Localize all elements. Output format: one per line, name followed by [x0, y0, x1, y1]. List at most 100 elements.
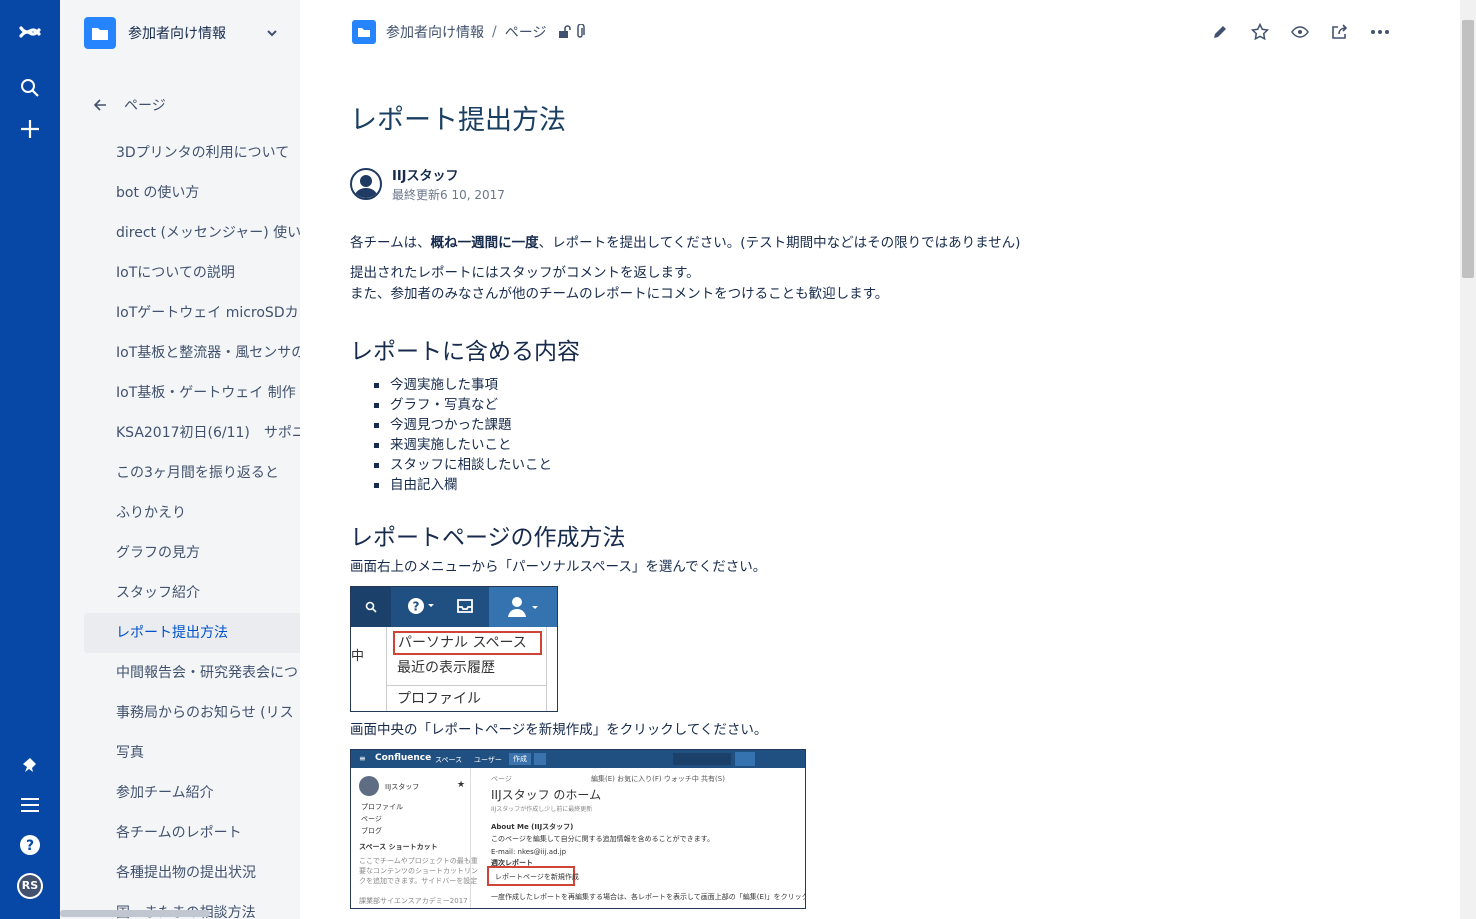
sidebar-page-item[interactable]: スタッフ紹介 [84, 573, 300, 613]
list-item: 今週実施した事項 [374, 375, 1110, 395]
user-avatar [359, 776, 379, 796]
sidebar-page-item[interactable]: IoT基板と整流器・風センサの [84, 333, 300, 373]
user-icon [489, 587, 557, 627]
space-header[interactable]: 参加者向け情報 [84, 16, 280, 50]
attachment-icon[interactable] [574, 24, 586, 40]
sidebar-page-item[interactable]: 各種提出物の提出状況 [84, 853, 300, 893]
breadcrumb-pages[interactable]: ページ [505, 22, 547, 42]
list-item: スタッフに相談したいこと [374, 455, 1110, 475]
sidebar-page-item[interactable]: IoTについての説明 [84, 253, 300, 293]
breadcrumb: 参加者向け情報 / ページ [352, 20, 586, 44]
svg-text:?: ? [413, 600, 420, 614]
heading-report-contents: レポートに含める内容 [350, 339, 580, 365]
svg-text:?: ? [26, 838, 34, 854]
user-dropdown-menu: パーソナル スペース 最近の表示履歴 プロファイル [387, 627, 547, 711]
list-item: 来週実施したいこと [374, 435, 1110, 455]
s2-help-3: クを追加できます。サイドバーを設定 [359, 877, 478, 885]
sidebar-page-item[interactable]: IoTゲートウェイ microSDカー [84, 293, 300, 333]
star-icon[interactable] [1240, 18, 1280, 46]
s2-footer: 課業部サイエンスアカデミー2017 [359, 897, 468, 905]
sidebar-page-item[interactable]: ふりかえり [84, 493, 300, 533]
more-icon [534, 753, 546, 765]
s2-user-name: IIJスタッフ [385, 783, 420, 791]
space-sidebar: 参加者向け情報 ページ 3Dプリンタの利用について bot の使い方 direct … [60, 0, 300, 919]
step2-text: 画面中央の「レポートページを新規作成」をクリックしてください。 [350, 722, 768, 738]
nav-users: ユーザー [474, 756, 502, 764]
page-actions [1200, 18, 1400, 46]
last-updated[interactable]: 最終更新6 10, 2017 [392, 186, 505, 203]
heading-create-report: レポートページの作成方法 [350, 525, 626, 551]
sidebar-page-item[interactable]: 写真 [84, 733, 300, 773]
back-label: ページ [124, 98, 166, 114]
list-item: グラフ・写真など [374, 395, 1110, 415]
s2-home-sub: IIJスタッフが作成し少し前に最終更新 [491, 806, 593, 813]
s2-email: E-mail: nkes@iij.ad.jp [491, 848, 567, 856]
menu-icon: ≡ [359, 754, 366, 763]
create-button: 作成 [509, 753, 531, 765]
search-icon[interactable] [10, 68, 50, 108]
star-icon: ★ [457, 780, 466, 790]
watch-icon[interactable] [1280, 18, 1320, 46]
sidebar-page-item[interactable]: 中間報告会・研究発表会につ [84, 653, 300, 693]
sidebar-page-item[interactable]: KSA2017初日(6/11) サポニ [84, 413, 300, 453]
unlock-icon[interactable] [558, 25, 572, 39]
s2-home-title: IIJスタッフ のホーム [491, 788, 602, 802]
chevron-down-icon[interactable] [264, 25, 280, 41]
author-avatar[interactable] [350, 168, 382, 200]
breadcrumb-space[interactable]: 参加者向け情報 [386, 22, 484, 42]
sidebar-page-item[interactable]: 事務局からのお知らせ (リス [84, 693, 300, 733]
back-to-pages[interactable]: ページ [94, 94, 166, 116]
confluence-logo-text: Confluence [375, 753, 432, 763]
screenshot1-side-text: 中 [351, 627, 387, 711]
list-item: 自由記入欄 [374, 475, 1110, 495]
help-icon [735, 752, 755, 766]
arrow-left-icon [94, 99, 106, 111]
page-title: レポート提出方法 [350, 105, 566, 136]
sidebar-page-item[interactable]: この3ヶ月間を振り返ると [84, 453, 300, 493]
breadcrumb-separator: / [492, 24, 497, 40]
sidebar-page-item[interactable]: 3Dプリンタの利用について [84, 133, 300, 173]
confluence-logo-icon[interactable] [10, 12, 50, 52]
help-icon: ? [406, 596, 438, 620]
s2-footnote: 一度作成したレポートを再編集する場合は、各レポートを表示して画面上部の「編集(E… [491, 893, 806, 901]
folder-icon [352, 20, 376, 44]
s2-create-report-button: レポートページを新規作成 [495, 873, 579, 881]
menu-profile: プロファイル [397, 691, 481, 707]
share-icon[interactable] [1320, 18, 1360, 46]
s2-breadcrumb: ページ [491, 775, 512, 783]
nav-spaces: スペース [435, 756, 463, 764]
notifications-icon[interactable] [10, 745, 50, 785]
space-name: 参加者向け情報 [128, 26, 226, 42]
sidebar-page-item[interactable]: bot の使い方 [84, 173, 300, 213]
sidebar-page-item[interactable]: IoT基板・ゲートウェイ 制作 [84, 373, 300, 413]
page-tree: 3Dプリンタの利用について bot の使い方 direct (メッセンジャー) 使い… [84, 133, 300, 919]
s2-about-text: このページを編集して自分に関する追加情報を含めることができます。 [491, 835, 714, 843]
create-icon[interactable] [10, 109, 50, 149]
page-scrollbar-thumb[interactable] [1462, 20, 1474, 278]
author-name[interactable]: IIJスタッフ [392, 165, 505, 184]
s2-toolbar: 編集(E) お気に入り(F) ウォッチ中 共有(S) [591, 775, 725, 783]
sidebar-page-item[interactable]: グラフの見方 [84, 533, 300, 573]
page-body: 各チームは、概ね一週間に一度、レポートを提出してください。(テスト期間中などはそ… [350, 233, 1110, 909]
more-icon[interactable] [1360, 18, 1400, 46]
intro-paragraph: 各チームは、概ね一週間に一度、レポートを提出してください。(テスト期間中などはそ… [350, 235, 1021, 251]
sidebar-page-item[interactable]: 参加チーム紹介 [84, 773, 300, 813]
s2-profile: プロファイル [361, 803, 403, 811]
sidebar-horizontal-scrollbar[interactable] [60, 910, 210, 917]
search-icon [351, 587, 391, 627]
folder-icon [84, 17, 116, 49]
sidebar-page-item[interactable]: レポート提出方法 [84, 613, 300, 653]
s2-shortcuts: スペース ショートカット [359, 843, 438, 851]
inbox-icon [456, 598, 474, 618]
comment-paragraph: 提出されたレポートにはスタッフがコメントを返します。 また、参加者のみなさんが他… [350, 265, 889, 302]
help-icon[interactable]: ? [10, 825, 50, 865]
avatar-initials: RS [21, 879, 39, 892]
main-content: 参加者向け情報 / ページ レポート提出方法 IIJスタッフ 最終更新6 10,… [300, 0, 1460, 919]
page-byline: IIJスタッフ 最終更新6 10, 2017 [350, 165, 505, 203]
sidebar-page-item[interactable]: direct (メッセンジャー) 使い [84, 213, 300, 253]
user-avatar[interactable]: RS [10, 866, 50, 906]
edit-icon[interactable] [1200, 18, 1240, 46]
s2-help-1: ここでチームやプロジェクトの最も重 [359, 857, 478, 865]
menu-icon[interactable] [10, 785, 50, 825]
sidebar-page-item[interactable]: 各チームのレポート [84, 813, 300, 853]
